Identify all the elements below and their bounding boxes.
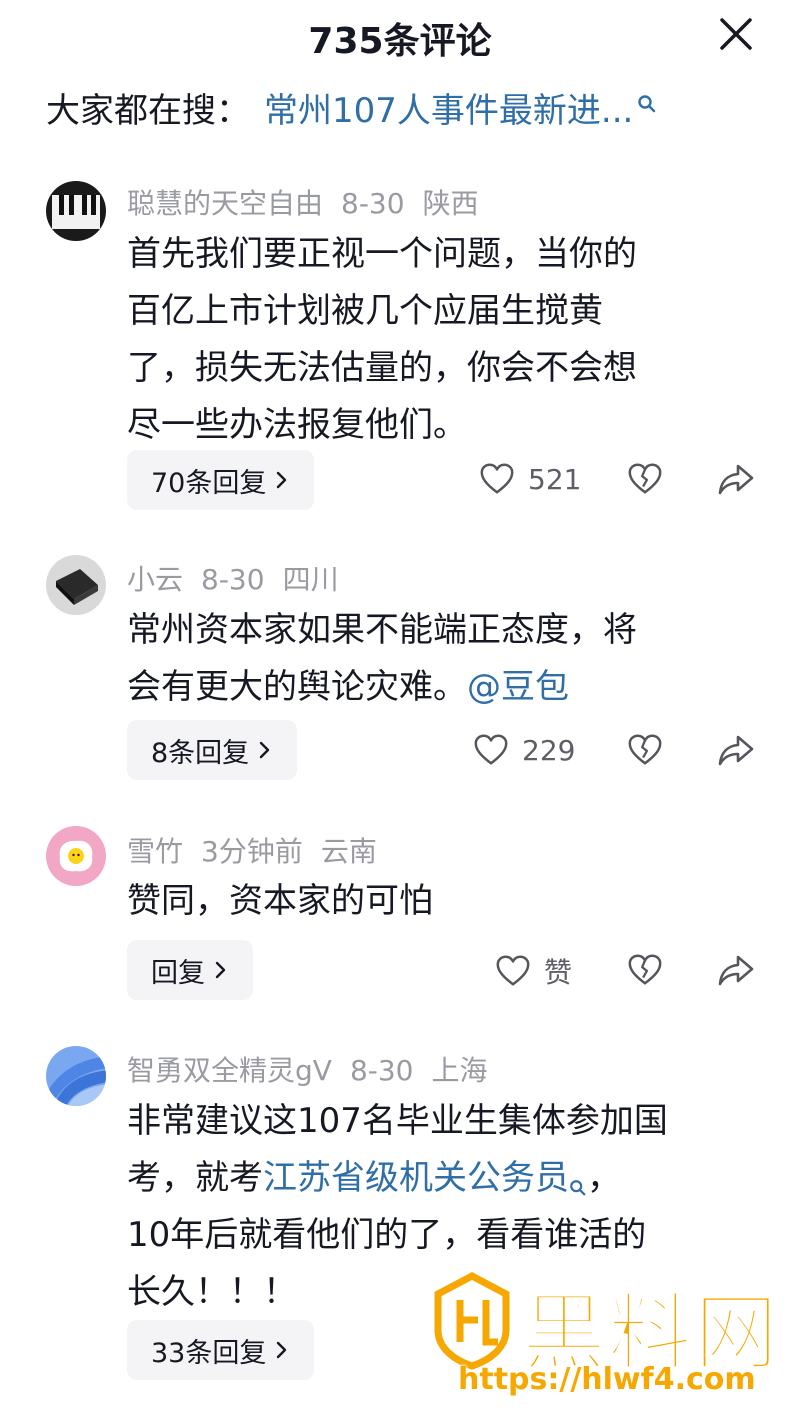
avatar[interactable] (46, 1046, 106, 1106)
trending-search-term: 常州107人事件最新进... (264, 90, 634, 131)
comment-location: 上海 (431, 1054, 488, 1087)
view-replies-button[interactable]: 33条回复 (127, 1320, 315, 1380)
like-button[interactable]: 521 (478, 460, 581, 498)
broken-heart-icon (628, 463, 662, 494)
dislike-button[interactable] (626, 731, 664, 773)
comment-line-text: 考，就考 (127, 1158, 263, 1198)
search-icon (569, 1158, 587, 1196)
comment-line: 非常建议这107名毕业生集体参加国 (127, 1101, 668, 1141)
chevron-right-icon (259, 741, 270, 759)
heart-icon (474, 734, 508, 765)
search-keyword-link[interactable]: 江苏省级机关公务员 (263, 1158, 587, 1198)
comment-line: 长久！！！ (127, 1272, 297, 1312)
trending-search: 大家都在搜： 常州107人事件最新进... (46, 82, 657, 132)
close-icon[interactable] (716, 14, 756, 54)
share-icon (718, 464, 754, 495)
trending-search-label: 大家都在搜： (46, 90, 250, 131)
comment-line: 首先我们要正视一个问题，当你的 (127, 234, 637, 274)
username[interactable]: 雪竹 (127, 835, 183, 868)
watermark-url: https://hlwf4.com (458, 1362, 756, 1397)
share-icon (718, 955, 754, 986)
comment-date: 8-30 (349, 1054, 414, 1087)
like-count: 229 (522, 733, 576, 767)
comment-location: 云南 (320, 835, 377, 868)
search-keyword-text: 江苏省级机关公务员 (263, 1158, 569, 1198)
heart-icon (480, 463, 514, 494)
comment-line: 考，就考江苏省级机关公务员 ， (127, 1150, 767, 1207)
comment-meta: 雪竹 3分钟前 云南 (127, 830, 395, 870)
trending-search-link[interactable]: 常州107人事件最新进... (264, 83, 657, 132)
like-button[interactable]: 赞 (494, 951, 572, 991)
comment-line: 会有更大的舆论灾难。@豆包 (127, 659, 767, 716)
avatar[interactable] (46, 181, 106, 241)
comment-location: 四川 (282, 563, 339, 596)
like-label: 赞 (544, 956, 573, 989)
broken-heart-icon (628, 734, 662, 765)
reply-label: 8条回复 (151, 737, 250, 769)
share-icon (718, 735, 754, 766)
comments-header: 735条评论 (0, 0, 800, 70)
comment-date: 8-30 (201, 563, 265, 596)
comment-text: 首先我们要正视一个问题，当你的 百亿上市计划被几个应届生搅黄 了，损失无法估量的… (127, 226, 767, 454)
comment-line: 了，损失无法估量的，你会不会想 (127, 348, 637, 388)
comment-line: 尽一些办法报复他们。 (127, 405, 467, 445)
like-button[interactable]: 229 (472, 731, 575, 769)
comment-line: 百亿上市计划被几个应届生搅黄 (127, 291, 603, 331)
reply-label: 70条回复 (151, 467, 267, 499)
username[interactable]: 智勇双全精灵gV (127, 1054, 332, 1087)
username[interactable]: 聪慧的天空自由 (127, 187, 323, 220)
reply-button[interactable]: 回复 (127, 940, 253, 1000)
chevron-right-icon (277, 1341, 287, 1359)
comment-location: 陕西 (422, 187, 479, 220)
comment-text: 常州资本家如果不能端正态度，将 会有更大的舆论灾难。@豆包 (127, 602, 767, 716)
avatar[interactable] (46, 826, 106, 886)
reply-label: 回复 (151, 957, 205, 989)
chevron-right-icon (215, 961, 226, 979)
comment-date: 8-30 (341, 187, 405, 220)
heart-icon (496, 955, 530, 986)
comment-line: 常州资本家如果不能端正态度，将 (127, 610, 637, 650)
comment-line: 赞同，资本家的可怕 (127, 881, 433, 921)
comment-text: 非常建议这107名毕业生集体参加国 考，就考江苏省级机关公务员 ， 10年后就看他… (127, 1093, 767, 1321)
view-replies-button[interactable]: 70条回复 (127, 450, 315, 510)
avatar[interactable] (46, 555, 106, 615)
comment-meta: 智勇双全精灵gV 8-30 上海 (127, 1049, 506, 1089)
comment-meta: 聪慧的天空自由 8-30 陕西 (127, 182, 497, 222)
comment-line: 10年后就看他们的了，看看谁活的 (127, 1215, 647, 1255)
chevron-right-icon (277, 471, 287, 489)
search-icon (637, 83, 657, 112)
share-button[interactable] (716, 731, 756, 773)
share-button[interactable] (716, 951, 756, 993)
comment-date: 3分钟前 (201, 835, 303, 868)
comment-line-text: 会有更大的舆论灾难。 (127, 667, 467, 707)
username[interactable]: 小云 (127, 563, 183, 596)
broken-heart-icon (628, 954, 662, 985)
dislike-button[interactable] (626, 951, 664, 993)
dislike-button[interactable] (626, 460, 664, 502)
mention-link[interactable]: @豆包 (467, 667, 569, 707)
share-button[interactable] (716, 460, 756, 502)
comment-meta: 小云 8-30 四川 (127, 558, 357, 598)
view-replies-button[interactable]: 8条回复 (127, 720, 298, 780)
like-count: 521 (528, 462, 582, 496)
comment-text: 赞同，资本家的可怕 (127, 873, 767, 930)
comment-line-text: ， (587, 1158, 621, 1198)
comment-count-title: 735条评论 (308, 21, 492, 62)
reply-label: 33条回复 (151, 1337, 267, 1369)
